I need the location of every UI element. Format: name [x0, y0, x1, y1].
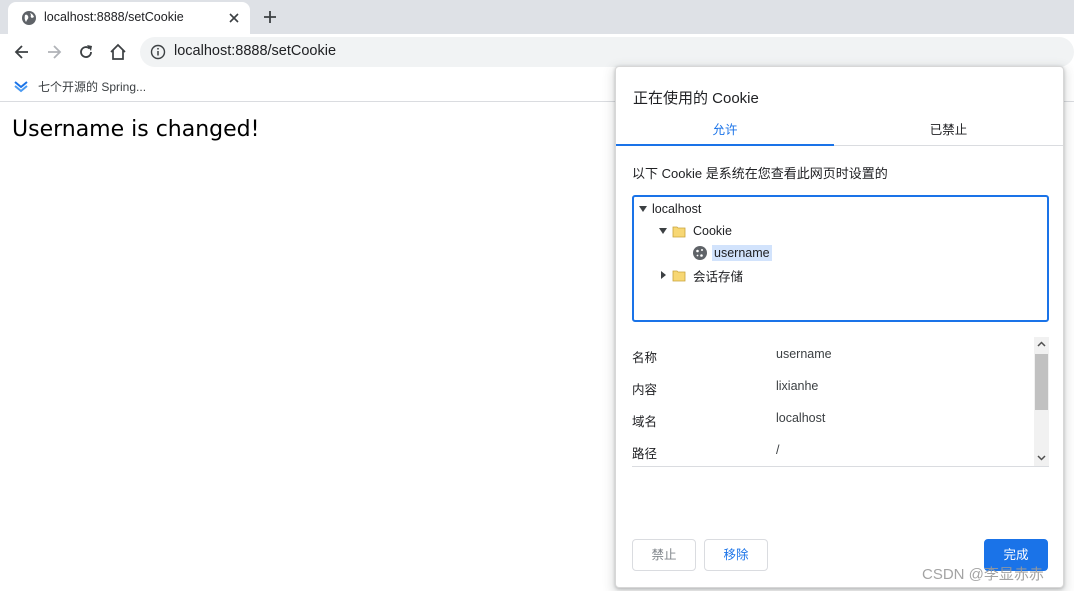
detail-key: 路径	[632, 447, 658, 461]
tree-cookie-item-label: username	[712, 245, 772, 261]
detail-value: username	[776, 347, 832, 361]
dialog-description: 以下 Cookie 是系统在您查看此网页时设置的	[632, 166, 888, 181]
tree-site-label: localhost	[652, 202, 702, 216]
detail-key: 名称	[632, 351, 658, 365]
tab-title: localhost:8888/setCookie	[44, 10, 184, 24]
detail-value: lixianhe	[776, 379, 819, 393]
bookmark-chevron-icon	[14, 81, 28, 93]
scroll-up-icon[interactable]	[1034, 337, 1049, 352]
browser-toolbar: localhost:8888/setCookie	[0, 34, 1074, 70]
cookie-details: 名称 username 内容 lixianhe 域名 localhost 路径 …	[632, 337, 1049, 467]
globe-icon	[22, 11, 36, 25]
dialog-title: 正在使用的 Cookie	[633, 90, 759, 107]
close-icon[interactable]	[226, 10, 242, 26]
dialog-tabs: 允许 已禁止	[616, 117, 1063, 146]
back-icon[interactable]	[12, 42, 32, 62]
home-icon[interactable]	[108, 42, 128, 62]
cookie-tree[interactable]: localhost Cookie username 会话存储	[632, 195, 1049, 322]
detail-key: 内容	[632, 383, 658, 397]
block-button[interactable]: 禁止	[632, 539, 696, 571]
detail-row: 名称 username	[632, 347, 1027, 367]
browser-tab[interactable]: localhost:8888/setCookie	[8, 2, 250, 34]
tree-node-cookie-item[interactable]: username	[692, 243, 772, 263]
scrollbar-thumb[interactable]	[1035, 354, 1048, 410]
detail-key: 域名	[632, 415, 658, 429]
tree-node-session-storage[interactable]: 会话存储	[658, 265, 743, 285]
tab-allowed[interactable]: 允许	[616, 117, 834, 146]
expanded-triangle-icon[interactable]	[658, 226, 668, 236]
tab-blocked[interactable]: 已禁止	[834, 117, 1063, 146]
remove-button[interactable]: 移除	[704, 539, 768, 571]
tree-storage-label: 会话存储	[693, 269, 744, 284]
detail-row: 路径 /	[632, 443, 1027, 463]
forward-icon[interactable]	[44, 42, 64, 62]
tree-node-site[interactable]: localhost	[638, 199, 701, 219]
folder-icon	[672, 270, 686, 281]
page-heading: Username is changed!	[12, 117, 260, 142]
tree-node-cookie-folder[interactable]: Cookie	[658, 221, 732, 241]
bookmark-label: 七个开源的 Spring...	[38, 79, 147, 94]
detail-value: /	[776, 443, 780, 457]
expanded-triangle-icon[interactable]	[638, 204, 648, 214]
cookie-icon	[693, 246, 707, 260]
address-bar[interactable]: localhost:8888/setCookie	[140, 37, 1074, 67]
watermark: CSDN @李显赤赤	[922, 566, 1044, 583]
detail-row: 内容 lixianhe	[632, 379, 1027, 399]
detail-value: localhost	[776, 411, 826, 425]
tree-cookie-folder-label: Cookie	[693, 224, 732, 238]
url-text[interactable]: localhost:8888/setCookie	[174, 43, 336, 59]
details-scrollbar[interactable]	[1034, 337, 1049, 466]
scroll-down-icon[interactable]	[1034, 450, 1049, 465]
cookies-in-use-dialog: 正在使用的 Cookie 允许 已禁止 以下 Cookie 是系统在您查看此网页…	[615, 66, 1064, 588]
folder-icon	[672, 226, 686, 237]
info-icon[interactable]	[150, 44, 166, 60]
collapsed-triangle-icon[interactable]	[658, 270, 668, 280]
bookmark-item[interactable]: 七个开源的 Spring...	[13, 76, 146, 96]
reload-icon[interactable]	[76, 42, 96, 62]
new-tab-icon[interactable]	[260, 7, 280, 27]
tab-strip: localhost:8888/setCookie	[0, 0, 1074, 34]
detail-row: 域名 localhost	[632, 411, 1027, 431]
